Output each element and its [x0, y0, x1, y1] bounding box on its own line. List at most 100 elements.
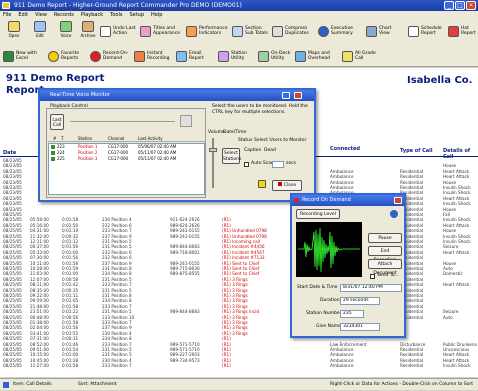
- table-row[interactable]: 08/25/05 08:11:00 0:01:42 233 Position 7 (R1…: [0, 282, 478, 287]
- subtotals-button[interactable]: Section Sub Totals: [232, 24, 270, 38]
- play-button[interactable]: [180, 115, 192, 127]
- station-row[interactable]: 225 Position 3 CG17-000 05/11/07 02:40 AM: [49, 156, 204, 162]
- status-hint: Right-Click or Data for Actions - Double…: [330, 382, 473, 387]
- menu-view[interactable]: View: [35, 11, 47, 19]
- station-icon: [51, 151, 55, 155]
- table-row[interactable]: 08/25/05 11:32:00 0:00:32 237 Position 9 989…: [0, 234, 478, 239]
- schedule-button[interactable]: Schedule Report: [408, 24, 446, 38]
- table-row[interactable]: 08/25/05 09:59:00 0:01:05 234 Position 8 (R1…: [0, 298, 478, 303]
- maximize-button[interactable]: □: [455, 1, 465, 10]
- select-stations-button[interactable]: Select Stations: [222, 148, 241, 164]
- table-row[interactable]: 08/25/05 08:35:00 0:00:35 231 Position 5 (R1…: [0, 288, 478, 293]
- menu-help[interactable]: Help: [151, 11, 162, 19]
- archive-button[interactable]: Archive: [77, 20, 99, 42]
- close-button[interactable]: ×: [466, 1, 476, 10]
- table-row[interactable]: 08/25/05 05:33:00 0:01:00 232 Position 6 989…: [0, 250, 478, 255]
- recording-level-button[interactable]: Recording Level: [296, 209, 340, 219]
- column-headers: # T Station Channel Last Activity: [48, 136, 205, 142]
- menu-tools[interactable]: Tools: [110, 11, 122, 19]
- hot-report-button[interactable]: Hot Report: [448, 24, 476, 38]
- voice-button[interactable]: Voice: [55, 20, 77, 42]
- cell-date: 08/25/05: [3, 222, 22, 228]
- table-row[interactable]: 08/25/05 08:52:00 0:01:46 233 Position 7 989…: [0, 342, 478, 347]
- table-row[interactable]: 08/25/05 23:51:00 0:01:22 231 Position 5 989…: [0, 309, 478, 314]
- titles-button[interactable]: Titles and Appearance: [140, 24, 182, 38]
- table-row[interactable]: 08/25/05 10:28:00 0:01:59 231 Position 8 989…: [0, 266, 478, 271]
- station-utility-button[interactable]: Station Utility: [218, 49, 254, 63]
- table-row[interactable]: 08/25/05 10:45:00 0:01:28 230 Position 4 989…: [0, 358, 478, 363]
- table-row[interactable]: 08/25/05 00:48:00 0:00:56 233 Position 10 (R…: [0, 315, 478, 320]
- station-field[interactable]: 235: [340, 310, 364, 318]
- volume-slider[interactable]: [212, 138, 214, 188]
- table-row[interactable]: 08/25/05 09:51:00 0:01:54 231 Position 5 989…: [0, 347, 478, 352]
- undo-button[interactable]: Undo Last Action: [100, 24, 138, 38]
- cell-phone: 989-241-0155: [170, 228, 200, 234]
- all-grade-button[interactable]: All Grade Call: [342, 49, 378, 63]
- menu-edit[interactable]: Edit: [18, 11, 28, 19]
- cell-type: Residential: [400, 228, 424, 234]
- give-name-field[interactable]: 3234301: [340, 323, 380, 331]
- rod-close-icon[interactable]: [394, 197, 402, 204]
- executive-summary-button[interactable]: Executive Summary: [318, 24, 364, 38]
- performance-button[interactable]: Performance Indicators: [186, 24, 230, 38]
- table-row[interactable]: 08/25/05 21:48:00 0:01:58 233 Position 7 (R1…: [0, 304, 478, 309]
- table-row[interactable]: 08/25/05 04:31:00 0:01:10 233 Position 7 989…: [0, 228, 478, 233]
- send-to-checkbox[interactable]: [370, 274, 375, 279]
- cell-dur: 0:01:56: [62, 255, 79, 261]
- cell-type: Residential: [400, 201, 424, 207]
- voice-dialog-close-icon[interactable]: [294, 92, 302, 99]
- cell-date: 08/25/05: [3, 330, 22, 336]
- table-row[interactable]: 08/25/05 01:38:00 0:01:58 233 Position 7 (R1…: [0, 320, 478, 325]
- table-row[interactable]: 08/25/05 11:27:00 0:01:58 233 Position 7 (R1…: [0, 363, 478, 368]
- end-recording-button[interactable]: End Recording: [368, 246, 402, 263]
- instant-recording-button[interactable]: Instant Recording: [134, 49, 174, 63]
- start-field[interactable]: 8/31/07 12:40 PM: [340, 284, 402, 292]
- edit-button[interactable]: Edit: [29, 20, 51, 42]
- autoscan-secs-field[interactable]: [272, 161, 284, 168]
- cell-conn: Ambulance: [330, 168, 354, 174]
- volume-thumb[interactable]: [209, 148, 217, 152]
- duration-field[interactable]: 29 seconds: [340, 297, 380, 305]
- table-row[interactable]: 08/25/05 12:07:00 0:00:58 231 Position 5 (R1…: [0, 277, 478, 282]
- menu-records[interactable]: Records: [54, 11, 74, 19]
- open-button[interactable]: Open: [3, 20, 25, 42]
- minimize-button[interactable]: _: [444, 1, 454, 10]
- table-row[interactable]: 08/25/05 05:16:00 0:02:50 232 Position 6 989…: [0, 223, 478, 228]
- table-row[interactable]: 08/25/05 11:03:00 0:01:00 234 Position 8 989…: [0, 271, 478, 276]
- cell-type: Residential: [400, 287, 424, 293]
- station-label: Station Number: [306, 311, 342, 316]
- table-row[interactable]: 08/25/05AmbulanceResidentialFall: [0, 212, 478, 217]
- table-row[interactable]: 08/25/05 00:37:00 0:01:56 231 Position 5 989…: [0, 244, 478, 249]
- menu-setup[interactable]: Setup: [129, 11, 144, 19]
- table-row[interactable]: 08/25/05 07:31:00 0:00:31 234 Position 8 (R1…: [0, 336, 478, 341]
- cell-type: Residential: [400, 282, 424, 288]
- help-round-icon[interactable]: [390, 210, 398, 218]
- menu-file[interactable]: File: [3, 11, 11, 19]
- attach-document-button[interactable]: Attach Document: [368, 259, 402, 276]
- chart-view-button[interactable]: Chart View: [366, 24, 396, 38]
- on-deck-button[interactable]: On-Deck Utility: [258, 49, 292, 63]
- table-row[interactable]: 08/25/05 12:11:00 0:01:12 231 Position 5 (R1…: [0, 239, 478, 244]
- compress-button[interactable]: Compress Duplicates: [272, 24, 314, 38]
- col-t: T: [61, 136, 64, 141]
- autoscan-checkbox[interactable]: [244, 162, 249, 167]
- dialog-close-button[interactable]: Close: [272, 180, 302, 191]
- last-call-button[interactable]: Last Call: [50, 114, 64, 130]
- table-row[interactable]: 08/25/05 07:30:00 0:01:56 232 Position 6 (R1…: [0, 255, 478, 260]
- record-on-demand-button[interactable]: Record-On-Demand: [90, 49, 132, 63]
- cell-date: 08/25/05: [3, 244, 22, 250]
- table-row[interactable]: 08/25/05 09:22:00 0:01:11 231 Position 8 (R1…: [0, 293, 478, 298]
- table-row[interactable]: 08/25/05 10:11:00 0:01:56 237 Position 9 989…: [0, 261, 478, 266]
- help-icon[interactable]: [282, 92, 290, 99]
- table-row[interactable]: 08/25/05 03:41:00 0:01:55 230 Position 4 (R1…: [0, 331, 478, 336]
- email-report-button[interactable]: Email Report: [176, 49, 214, 63]
- menu-playback[interactable]: Playback: [81, 11, 103, 19]
- table-row[interactable]: 08/23/05AmbulanceResidentialHouse: [0, 207, 478, 212]
- maps-button[interactable]: Maps and Overhead: [295, 49, 339, 63]
- favorite-reports-button[interactable]: Favorite Reports: [48, 49, 88, 63]
- new-with-excel-button[interactable]: New with Excel: [3, 49, 45, 63]
- table-row[interactable]: 08/25/05 02:04:00 0:01:56 237 Position 9 (R1…: [0, 325, 478, 330]
- table-row[interactable]: 08/25/05 10:15:00 0:01:00 231 Position 5 989…: [0, 352, 478, 357]
- pause-button[interactable]: Pause: [368, 233, 402, 243]
- table-row[interactable]: 08/25/05 05:58:00 0:01:58 230 Position 4 911…: [0, 217, 478, 222]
